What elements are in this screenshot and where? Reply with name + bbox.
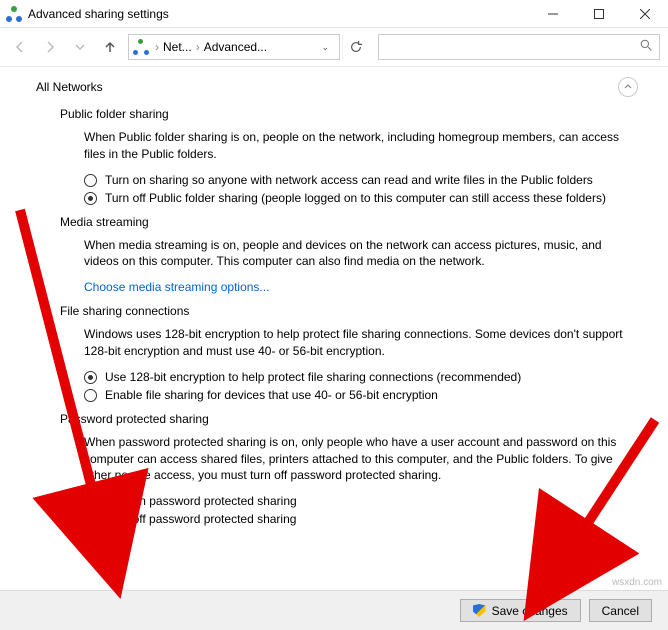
watermark: wsxdn.com <box>612 577 662 588</box>
radio-label: Use 128-bit encryption to help protect f… <box>105 370 521 384</box>
recent-locations-button[interactable] <box>68 35 92 59</box>
radio-icon <box>84 495 97 508</box>
password-desc: When password protected sharing is on, o… <box>84 434 628 484</box>
shield-icon <box>473 604 486 617</box>
section-title-public-folder: Public folder sharing <box>60 107 638 121</box>
radio-icon <box>84 513 97 526</box>
up-button[interactable] <box>98 35 122 59</box>
media-options-link[interactable]: Choose media streaming options... <box>84 280 628 294</box>
chevron-right-icon: › <box>155 40 159 54</box>
forward-button[interactable] <box>38 35 62 59</box>
button-bar: Save changes Cancel <box>0 590 668 630</box>
window-controls <box>530 0 668 28</box>
profile-name: All Networks <box>36 80 103 94</box>
refresh-button[interactable] <box>342 34 368 60</box>
collapse-icon[interactable] <box>618 77 638 97</box>
title-bar: Advanced sharing settings <box>0 0 668 28</box>
section-title-media: Media streaming <box>60 215 638 229</box>
section-title-password: Password protected sharing <box>60 412 638 426</box>
public-folder-desc: When Public folder sharing is on, people… <box>84 129 628 163</box>
radio-label: Enable file sharing for devices that use… <box>105 388 438 402</box>
button-label: Cancel <box>602 604 639 618</box>
save-changes-button[interactable]: Save changes <box>460 599 581 622</box>
filesharing-desc: Windows uses 128-bit encryption to help … <box>84 326 628 360</box>
radio-128bit[interactable]: Use 128-bit encryption to help protect f… <box>84 370 628 384</box>
nav-bar: › Net... › Advanced... ⌄ <box>0 28 668 67</box>
maximize-button[interactable] <box>576 0 622 28</box>
back-button[interactable] <box>8 35 32 59</box>
radio-public-on[interactable]: Turn on sharing so anyone with network a… <box>84 173 628 187</box>
radio-label: Turn on password protected sharing <box>105 494 297 508</box>
search-input[interactable] <box>378 34 660 60</box>
breadcrumb-item[interactable]: Net... <box>163 40 192 54</box>
content-area: All Networks Public folder sharing When … <box>0 67 668 540</box>
close-button[interactable] <box>622 0 668 28</box>
radio-icon <box>84 371 97 384</box>
radio-40-56bit[interactable]: Enable file sharing for devices that use… <box>84 388 628 402</box>
location-icon <box>133 39 149 55</box>
radio-password-off[interactable]: Turn off password protected sharing <box>84 512 628 526</box>
minimize-button[interactable] <box>530 0 576 28</box>
radio-icon <box>84 389 97 402</box>
radio-label: Turn off Public folder sharing (people l… <box>105 191 606 205</box>
media-desc: When media streaming is on, people and d… <box>84 237 628 271</box>
search-icon <box>640 39 653 55</box>
breadcrumb-item[interactable]: Advanced... <box>204 40 267 54</box>
section-title-filesharing: File sharing connections <box>60 304 638 318</box>
button-label: Save changes <box>492 604 568 618</box>
breadcrumb[interactable]: › Net... › Advanced... ⌄ <box>128 34 340 60</box>
radio-label: Turn on sharing so anyone with network a… <box>105 173 593 187</box>
chevron-right-icon: › <box>196 40 200 54</box>
radio-icon <box>84 192 97 205</box>
cancel-button[interactable]: Cancel <box>589 599 652 622</box>
window-title: Advanced sharing settings <box>28 7 530 21</box>
app-icon <box>6 6 22 22</box>
breadcrumb-dropdown[interactable]: ⌄ <box>315 42 335 53</box>
radio-password-on[interactable]: Turn on password protected sharing <box>84 494 628 508</box>
radio-public-off[interactable]: Turn off Public folder sharing (people l… <box>84 191 628 205</box>
profile-header[interactable]: All Networks <box>36 77 638 97</box>
radio-icon <box>84 174 97 187</box>
radio-label: Turn off password protected sharing <box>105 512 296 526</box>
